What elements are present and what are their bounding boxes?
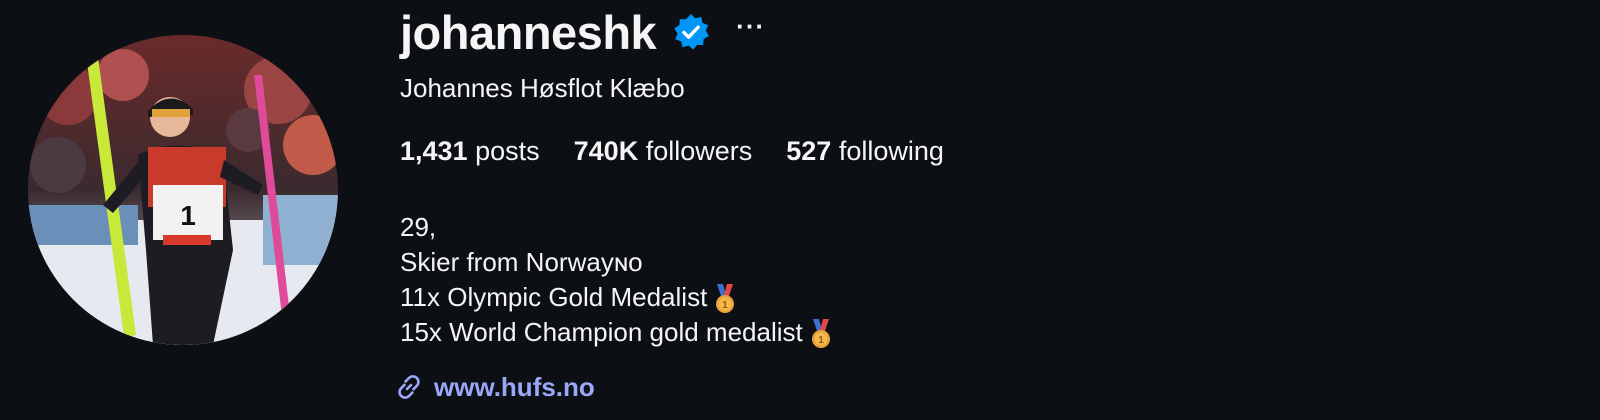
- avatar-photo: 1: [28, 35, 338, 345]
- bio-line-country: Skier from Norwayɴᴏ: [400, 247, 643, 277]
- posts-stat[interactable]: 1,431 posts: [400, 136, 540, 167]
- gold-medal-icon: 1: [716, 283, 735, 313]
- bio-line-age: 29,: [400, 212, 437, 242]
- following-label: following: [838, 136, 944, 166]
- bio-world-text: 15x World Champion gold medalist: [400, 317, 803, 347]
- svg-text:1: 1: [723, 300, 729, 311]
- following-stat[interactable]: 527 following: [786, 136, 944, 167]
- verified-badge-icon: [674, 13, 710, 50]
- bio-olympic-text: 11x Olympic Gold Medalist: [400, 282, 708, 312]
- svg-text:1: 1: [818, 335, 824, 346]
- profile-avatar[interactable]: 1: [28, 35, 338, 345]
- following-count: 527: [786, 136, 832, 166]
- followers-stat[interactable]: 740K followers: [574, 136, 753, 167]
- bio-line-world: 15x World Champion gold medalist 1: [400, 315, 833, 350]
- username-row: johanneshk ···: [400, 2, 765, 62]
- external-link[interactable]: www.hufs.no: [392, 370, 595, 404]
- profile-stats: 1,431 posts 740K followers 527 following: [400, 136, 978, 167]
- bio-line-olympic: 11x Olympic Gold Medalist 1: [400, 280, 833, 315]
- link-icon: [398, 375, 420, 399]
- gold-medal-icon: 1: [811, 318, 830, 348]
- username: johanneshk: [400, 5, 657, 59]
- link-url[interactable]: www.hufs.no: [434, 372, 595, 403]
- full-name: Johannes Høsflot Klæbo: [400, 73, 685, 103]
- followers-label: followers: [645, 136, 753, 166]
- posts-label: posts: [475, 136, 540, 166]
- bio: 29, Skier from Norwayɴᴏ 11x Olympic Gold…: [400, 210, 833, 350]
- more-options-icon[interactable]: ···: [736, 13, 765, 39]
- followers-count: 740K: [573, 136, 639, 166]
- bib-number: 1: [180, 200, 196, 231]
- posts-count: 1,431: [400, 136, 468, 166]
